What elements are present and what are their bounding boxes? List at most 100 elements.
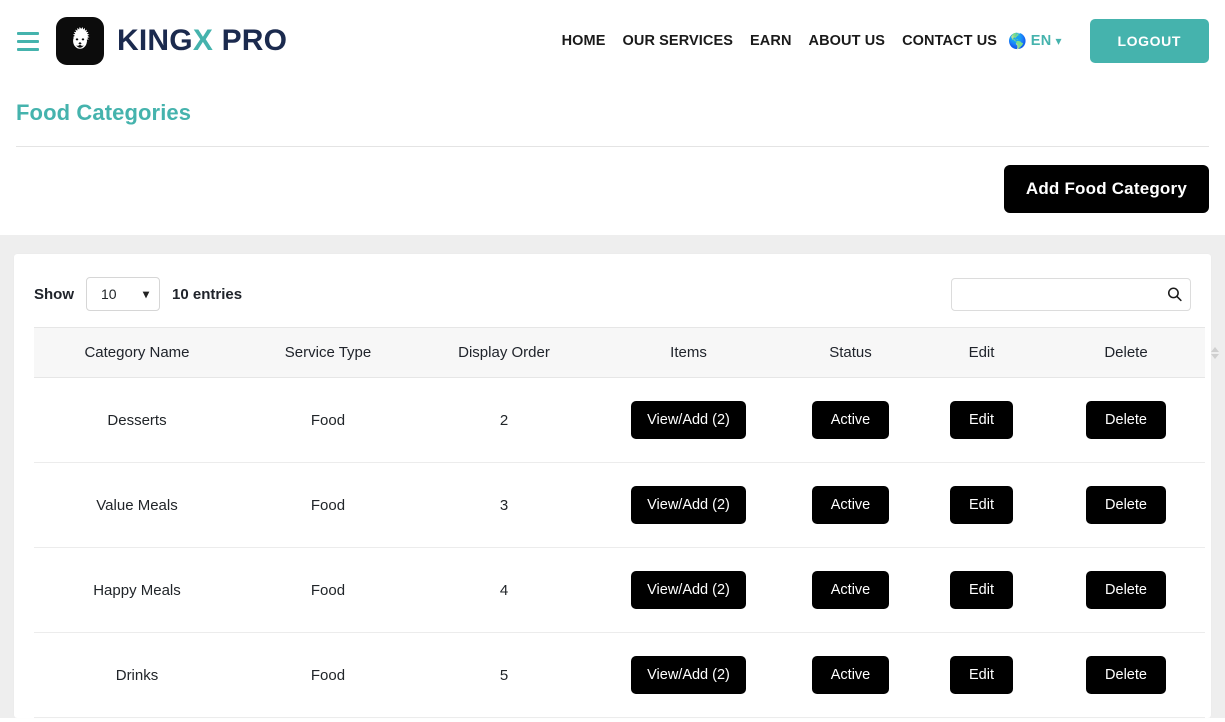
delete-button[interactable]: Delete (1086, 656, 1166, 694)
column-label: Display Order (458, 344, 550, 361)
delete-button[interactable]: Delete (1086, 486, 1166, 524)
status-toggle-button[interactable]: Active (812, 486, 890, 524)
column-header-display-order[interactable]: Display Order (416, 328, 592, 378)
cell-items: View/Add (2) (592, 463, 785, 548)
cell-service-type: Food (240, 633, 416, 718)
status-toggle-button[interactable]: Active (812, 656, 890, 694)
page-title: Food Categories (16, 100, 1209, 126)
food-categories-card: Show 10 25 50 100 ▾ 10 entries (14, 254, 1211, 718)
cell-delete: Delete (1047, 463, 1205, 548)
column-label: Status (829, 344, 872, 361)
search-icon[interactable] (1164, 284, 1185, 305)
cell-delete: Delete (1047, 378, 1205, 463)
food-categories-table: Category Name Service Type Display Order (34, 327, 1205, 718)
brand-name-accent: X (193, 24, 213, 57)
table-row: Value Meals Food 3 View/Add (2) Active E… (34, 463, 1205, 548)
delete-button[interactable]: Delete (1086, 401, 1166, 439)
column-header-category-name[interactable]: Category Name (34, 328, 240, 378)
column-header-service-type[interactable]: Service Type (240, 328, 416, 378)
entries-per-page-select[interactable]: 10 25 50 100 (86, 277, 160, 311)
site-header: KINGX PRO HOME OUR SERVICES EARN ABOUT U… (0, 0, 1225, 82)
status-toggle-button[interactable]: Active (812, 571, 890, 609)
hamburger-bar (17, 32, 39, 35)
column-header-items[interactable]: Items (592, 328, 785, 378)
column-header-status[interactable]: Status (785, 328, 916, 378)
cell-delete: Delete (1047, 548, 1205, 633)
cell-status: Active (785, 548, 916, 633)
view-add-items-button[interactable]: View/Add (2) (631, 486, 746, 524)
cell-edit: Edit (916, 378, 1047, 463)
lion-head-logo-icon (56, 17, 104, 65)
sort-icon (1211, 347, 1219, 359)
table-search (951, 278, 1191, 311)
nav-item-contact-us[interactable]: CONTACT US (902, 33, 997, 49)
table-controls: Show 10 25 50 100 ▾ 10 entries (34, 271, 1191, 327)
entries-count-label: 10 entries (172, 286, 242, 303)
view-add-items-button[interactable]: View/Add (2) (631, 401, 746, 439)
search-input[interactable] (951, 278, 1191, 311)
edit-button[interactable]: Edit (950, 486, 1013, 524)
page-body: Show 10 25 50 100 ▾ 10 entries (0, 235, 1225, 718)
cell-edit: Edit (916, 548, 1047, 633)
column-label: Edit (969, 344, 995, 361)
hamburger-bar (17, 40, 39, 43)
logout-button[interactable]: LOGOUT (1090, 19, 1209, 63)
cell-items: View/Add (2) (592, 548, 785, 633)
cell-status: Active (785, 378, 916, 463)
hamburger-menu-icon[interactable] (12, 26, 46, 56)
cell-display-order: 3 (416, 463, 592, 548)
column-label: Delete (1104, 344, 1147, 361)
cell-status: Active (785, 463, 916, 548)
table-row: Desserts Food 2 View/Add (2) Active Edit… (34, 378, 1205, 463)
cell-display-order: 4 (416, 548, 592, 633)
cell-delete: Delete (1047, 633, 1205, 718)
delete-button[interactable]: Delete (1086, 571, 1166, 609)
edit-button[interactable]: Edit (950, 401, 1013, 439)
edit-button[interactable]: Edit (950, 571, 1013, 609)
entries-select-wrapper: 10 25 50 100 ▾ (86, 277, 160, 311)
nav-item-about-us[interactable]: ABOUT US (809, 33, 886, 49)
table-head: Category Name Service Type Display Order (34, 328, 1205, 378)
cell-category-name: Desserts (34, 378, 240, 463)
nav-item-home[interactable]: HOME (562, 33, 606, 49)
table-header-row: Category Name Service Type Display Order (34, 328, 1205, 378)
main-navigation: HOME OUR SERVICES EARN ABOUT US CONTACT … (562, 19, 1209, 63)
language-selector[interactable]: 🌎 EN ▾ (1008, 33, 1061, 49)
cell-category-name: Drinks (34, 633, 240, 718)
table-row: Happy Meals Food 4 View/Add (2) Active E… (34, 548, 1205, 633)
globe-icon: 🌎 (1008, 34, 1027, 49)
add-food-category-button[interactable]: Add Food Category (1004, 165, 1209, 213)
cell-service-type: Food (240, 378, 416, 463)
nav-item-earn[interactable]: EARN (750, 33, 792, 49)
cell-display-order: 2 (416, 378, 592, 463)
cell-status: Active (785, 633, 916, 718)
column-label: Items (670, 344, 707, 361)
language-code: EN (1031, 33, 1052, 49)
view-add-items-button[interactable]: View/Add (2) (631, 571, 746, 609)
brand-logo[interactable]: KINGX PRO (56, 17, 287, 65)
chevron-down-icon: ▾ (1055, 35, 1061, 47)
status-toggle-button[interactable]: Active (812, 401, 890, 439)
brand-name: KINGX PRO (117, 24, 287, 58)
show-entries-group: Show 10 25 50 100 ▾ 10 entries (34, 277, 242, 311)
cell-edit: Edit (916, 463, 1047, 548)
column-header-delete[interactable]: Delete (1047, 328, 1205, 378)
column-label: Service Type (285, 344, 371, 361)
cell-service-type: Food (240, 548, 416, 633)
cell-category-name: Value Meals (34, 463, 240, 548)
edit-button[interactable]: Edit (950, 656, 1013, 694)
column-header-edit[interactable]: Edit (916, 328, 1047, 378)
cell-items: View/Add (2) (592, 378, 785, 463)
cell-category-name: Happy Meals (34, 548, 240, 633)
brand-name-part1: KING (117, 24, 193, 57)
column-label: Category Name (84, 344, 189, 361)
cell-service-type: Food (240, 463, 416, 548)
cell-edit: Edit (916, 633, 1047, 718)
page-title-section: Food Categories (0, 82, 1225, 147)
show-label: Show (34, 286, 74, 303)
view-add-items-button[interactable]: View/Add (2) (631, 656, 746, 694)
nav-item-our-services[interactable]: OUR SERVICES (623, 33, 734, 49)
cell-display-order: 5 (416, 633, 592, 718)
cell-items: View/Add (2) (592, 633, 785, 718)
brand-name-part2: PRO (213, 24, 287, 57)
